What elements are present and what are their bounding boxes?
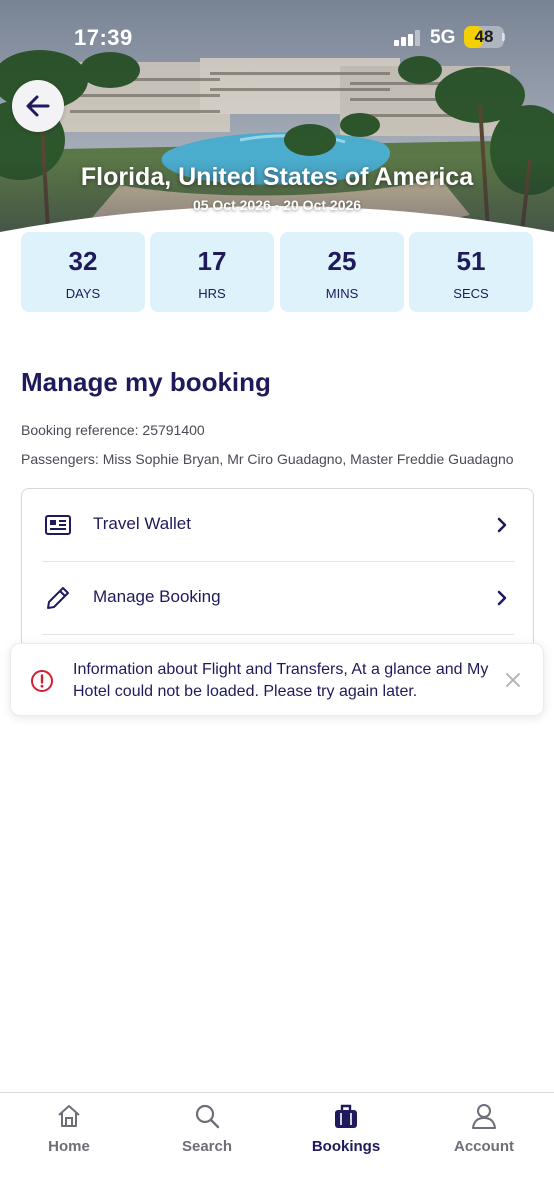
cellular-signal-icon [394, 30, 420, 46]
countdown-unit: SECS [453, 286, 489, 301]
suitcase-icon [335, 1104, 357, 1128]
battery-icon: 48 [464, 26, 504, 48]
battery-cap [502, 33, 505, 41]
countdown-minutes: 25 MINS [280, 232, 404, 312]
error-icon [31, 670, 53, 692]
countdown-unit: DAYS [65, 286, 101, 301]
divider [42, 634, 514, 635]
tab-label: Bookings [311, 1138, 381, 1155]
menu-item-travel-wallet[interactable]: Travel Wallet [22, 489, 533, 561]
travel-dates: 05 Oct 2026 - 20 Oct 2026 [192, 197, 362, 213]
tab-search[interactable]: Search [138, 1093, 276, 1200]
tab-label: Home [48, 1138, 90, 1155]
countdown-value: 51 [456, 246, 486, 276]
countdown-unit: MINS [325, 286, 359, 301]
menu-item-label: Travel Wallet [93, 514, 191, 533]
battery-level: 48 [474, 27, 494, 46]
tab-account[interactable]: Account [415, 1093, 553, 1200]
destination-title: Florida, United States of America [80, 163, 474, 191]
hero-banner: 17:39 5G 48 Florida, United States of Am… [0, 0, 554, 262]
countdown-hours: 17 HRS [150, 232, 274, 312]
tab-label: Account [454, 1138, 514, 1155]
pencil-icon [47, 587, 69, 609]
booking-menu-card: Travel Wallet Manage Booking [21, 488, 534, 658]
person-icon [472, 1104, 496, 1129]
tab-bookings[interactable]: Bookings [277, 1093, 415, 1200]
countdown-days: 32 DAYS [21, 232, 145, 312]
error-toast: Information about Flight and Transfers, … [10, 643, 544, 716]
page-title: Manage my booking [21, 367, 271, 397]
passenger-list: Passengers: Miss Sophie Bryan, Mr Ciro G… [21, 451, 514, 467]
search-icon [195, 1104, 220, 1129]
countdown-seconds: 51 SECS [409, 232, 533, 312]
menu-item-label: Manage Booking [93, 587, 221, 606]
booking-reference: Booking reference: 25791400 [21, 422, 205, 438]
toast-message: Information about Flight and Transfers, … [73, 661, 489, 700]
back-button[interactable] [12, 80, 64, 132]
home-icon [58, 1105, 80, 1127]
countdown-unit: HRS [198, 286, 226, 301]
close-icon[interactable] [504, 671, 522, 689]
chevron-right-icon [497, 590, 507, 606]
status-time: 17:39 [74, 25, 133, 50]
arrow-left-icon [26, 95, 50, 117]
status-bar: 17:39 5G 48 [0, 0, 554, 76]
network-type: 5G [430, 27, 456, 48]
id-card-icon [45, 515, 71, 535]
bottom-tab-bar: Home Search Bookings Account [0, 1092, 554, 1200]
countdown-value: 25 [327, 246, 357, 276]
chevron-right-icon [497, 517, 507, 533]
countdown-timer: 32 DAYS 17 HRS 25 MINS 51 SECS [21, 232, 534, 312]
countdown-value: 32 [68, 246, 98, 276]
tab-label: Search [181, 1138, 233, 1155]
countdown-value: 17 [197, 246, 227, 276]
menu-item-manage-booking[interactable]: Manage Booking [22, 562, 533, 634]
tab-home[interactable]: Home [0, 1093, 138, 1200]
